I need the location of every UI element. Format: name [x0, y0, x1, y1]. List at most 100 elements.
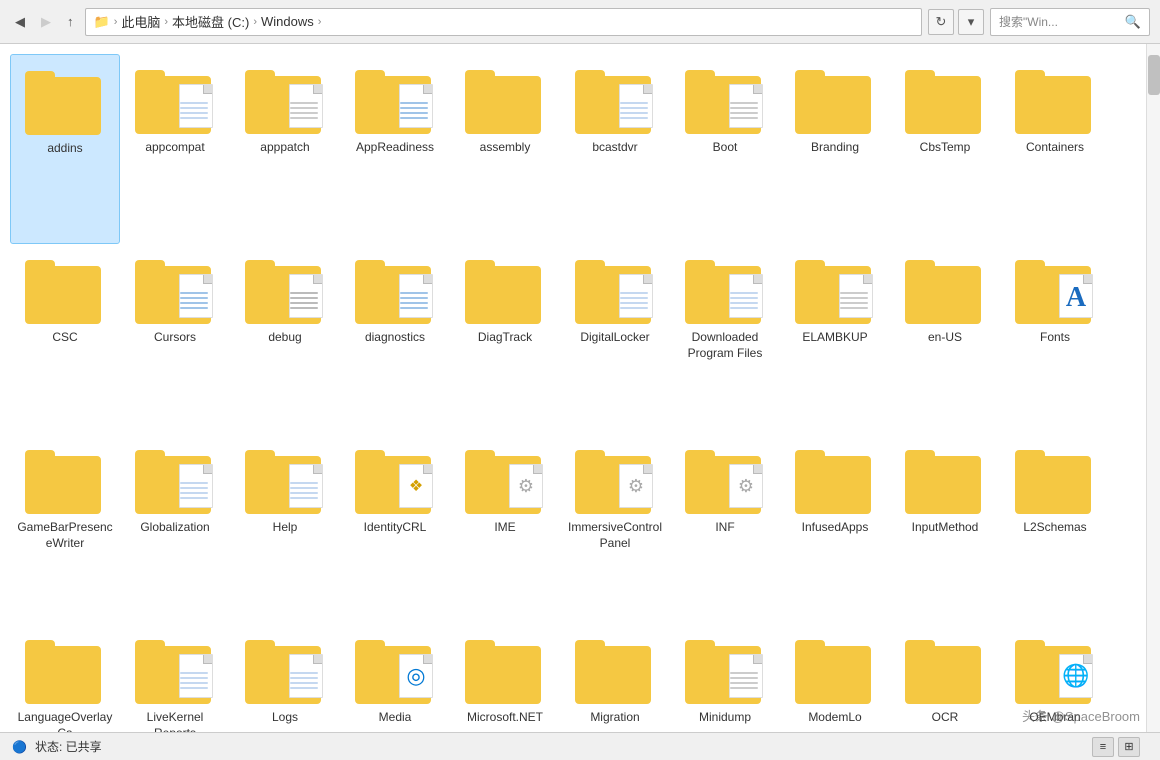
folder-item-immersivecontrolpanel[interactable]: ⚙ ImmersiveControlPanel [560, 434, 670, 624]
folder-item-diagnostics[interactable]: diagnostics [340, 244, 450, 434]
folder-label: InfusedApps [802, 520, 869, 536]
folder-item-l2schemas[interactable]: L2Schemas [1000, 434, 1110, 624]
folder-item-languageoverlayca[interactable]: LanguageOverlayCa [10, 624, 120, 732]
folder-item-containers[interactable]: Containers [1000, 54, 1110, 244]
folder-item-fonts[interactable]: A Fonts [1000, 244, 1110, 434]
folder-item-infusedapps[interactable]: InfusedApps [780, 434, 890, 624]
folder-label: ELAMBKUP [802, 330, 867, 346]
grid-view-btn[interactable]: ⊞ [1118, 737, 1140, 757]
folder-item-downloaded-program-files[interactable]: Downloaded Program Files [670, 244, 780, 434]
folder-label: OCR [932, 710, 959, 726]
folder-label: appcompat [145, 140, 204, 156]
folder-icon [465, 252, 545, 324]
folder-icon [245, 62, 325, 134]
breadcrumb-pc[interactable]: 📁 [94, 14, 110, 30]
folder-label: debug [268, 330, 301, 346]
scrollbar-thumb[interactable] [1148, 55, 1160, 95]
folder-icon [905, 62, 985, 134]
folder-item-minidump[interactable]: Minidump [670, 624, 780, 732]
folder-item-modemlo[interactable]: ModemLo [780, 624, 890, 732]
list-view-btn[interactable]: ≡ [1092, 737, 1114, 757]
status-icon: 🔵 [12, 740, 27, 754]
folder-item-ime[interactable]: ⚙IME [450, 434, 560, 624]
folder-label: diagnostics [365, 330, 425, 346]
folder-item-media[interactable]: ◎Media [340, 624, 450, 732]
folder-icon [575, 252, 655, 324]
folder-item-globalization[interactable]: Globalization [120, 434, 230, 624]
folder-label: Fonts [1040, 330, 1070, 346]
folder-item-appcompat[interactable]: appcompat [120, 54, 230, 244]
folder-icon: ⚙ [575, 442, 655, 514]
folder-icon: 🌐 [1015, 632, 1095, 704]
folder-item-livekernel-reports[interactable]: LiveKernel Reports [120, 624, 230, 732]
folder-item-boot[interactable]: Boot [670, 54, 780, 244]
search-placeholder: 搜索"Win... [999, 13, 1119, 30]
folder-icon [245, 632, 325, 704]
scrollbar-track[interactable] [1146, 44, 1160, 744]
folder-item-logs[interactable]: Logs [230, 624, 340, 732]
folder-label: Logs [272, 710, 298, 726]
folder-label: Media [379, 710, 412, 726]
breadcrumb[interactable]: 📁 › 此电脑 › 本地磁盘 (C:) › Windows › [85, 8, 923, 36]
folder-item-elambkup[interactable]: ELAMBKUP [780, 244, 890, 434]
folder-icon [905, 252, 985, 324]
folder-label: LanguageOverlayCa [16, 710, 114, 732]
up-icon[interactable]: ↑ [62, 11, 79, 32]
refresh-btn[interactable]: ↻ [928, 9, 954, 35]
dropdown-btn[interactable]: ▾ [958, 9, 984, 35]
folder-grid: addins appcompat apppatch AppReadiness assem… [0, 44, 1146, 732]
folder-icon: ⚙ [465, 442, 545, 514]
folder-item-identitycrl[interactable]: ❖IdentityCRL [340, 434, 450, 624]
folder-icon [685, 62, 765, 134]
folder-item-digitallocker[interactable]: DigitalLocker [560, 244, 670, 434]
folder-item-inf[interactable]: ⚙INF [670, 434, 780, 624]
folder-item-bcastdvr[interactable]: bcastdvr [560, 54, 670, 244]
folder-label: Help [273, 520, 298, 536]
folder-item-ocr[interactable]: OCR [890, 624, 1000, 732]
folder-label: DiagTrack [478, 330, 532, 346]
folder-label: ImmersiveControlPanel [566, 520, 664, 551]
folder-item-branding[interactable]: Branding [780, 54, 890, 244]
forward-icon[interactable]: ▶ [36, 11, 56, 33]
search-icon[interactable]: 🔍 [1125, 14, 1141, 30]
folder-item-csc[interactable]: CSC [10, 244, 120, 434]
breadcrumb-cdrive[interactable]: 本地磁盘 (C:) [172, 12, 249, 31]
folder-item-gamebarpresencewriter[interactable]: GameBarPresenceWriter [10, 434, 120, 624]
folder-item-microsoft.net[interactable]: Microsoft.NET [450, 624, 560, 732]
folder-item-appreadiness[interactable]: AppReadiness [340, 54, 450, 244]
breadcrumb-windows[interactable]: Windows [261, 14, 314, 29]
folder-label: Downloaded Program Files [676, 330, 774, 361]
folder-item-help[interactable]: Help [230, 434, 340, 624]
folder-item-addins[interactable]: addins [10, 54, 120, 244]
folder-item-migration[interactable]: Migration [560, 624, 670, 732]
folder-item-inputmethod[interactable]: InputMethod [890, 434, 1000, 624]
status-text: 状态: 已共享 [35, 738, 102, 755]
folder-icon [25, 63, 105, 135]
folder-item-assembly[interactable]: assembly [450, 54, 560, 244]
folder-label: InputMethod [912, 520, 979, 536]
folder-icon [465, 62, 545, 134]
folder-label: Cursors [154, 330, 196, 346]
folder-label: GameBarPresenceWriter [16, 520, 114, 551]
folder-label: CSC [52, 330, 77, 346]
folder-icon: ❖ [355, 442, 435, 514]
folder-label: CbsTemp [920, 140, 971, 156]
folder-icon [795, 252, 875, 324]
folder-icon [575, 632, 655, 704]
search-box[interactable]: 搜索"Win... 🔍 [990, 8, 1150, 36]
breadcrumb-thispc[interactable]: 此电脑 [121, 12, 160, 31]
folder-item-cbstemp[interactable]: CbsTemp [890, 54, 1000, 244]
folder-item-apppatch[interactable]: apppatch [230, 54, 340, 244]
folder-label: apppatch [260, 140, 309, 156]
folder-item-cursors[interactable]: Cursors [120, 244, 230, 434]
folder-icon [355, 62, 435, 134]
folder-item-diagtrack[interactable]: DiagTrack [450, 244, 560, 434]
folder-label: DigitalLocker [580, 330, 649, 346]
folder-label: AppReadiness [356, 140, 434, 156]
folder-item-en-us[interactable]: en-US [890, 244, 1000, 434]
folder-icon [1015, 62, 1095, 134]
back-icon[interactable]: ◀ [10, 11, 30, 33]
folder-icon: A [1015, 252, 1095, 324]
folder-item-debug[interactable]: debug [230, 244, 340, 434]
folder-label: Globalization [140, 520, 209, 536]
